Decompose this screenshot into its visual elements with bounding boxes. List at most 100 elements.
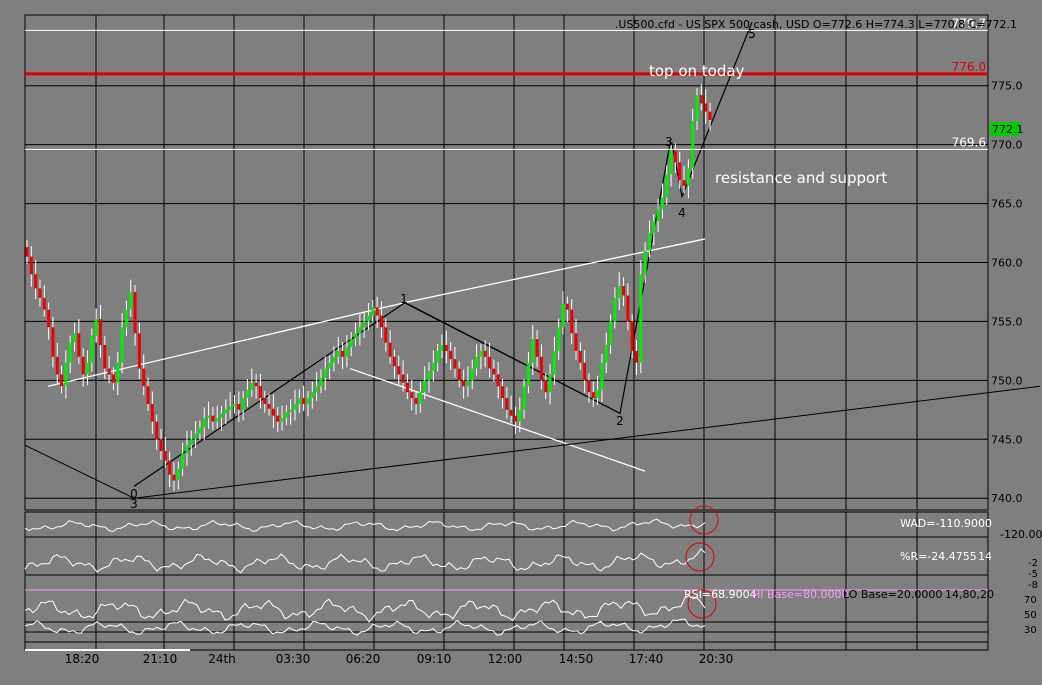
candle-body	[163, 451, 167, 461]
candle-body	[561, 303, 565, 328]
candle-body	[276, 415, 280, 422]
pctr-side: 14	[978, 550, 992, 563]
candle-body	[297, 398, 301, 404]
candle-body	[475, 356, 479, 369]
candle-body	[289, 409, 293, 413]
candle-body	[267, 403, 271, 409]
candle-body	[280, 418, 284, 422]
candle-body	[328, 362, 332, 369]
candle-body	[414, 398, 418, 404]
candle-body	[310, 392, 314, 399]
time-tick-label: 06:20	[346, 652, 381, 666]
candle-body	[656, 209, 660, 222]
top-note: top on today	[649, 62, 745, 80]
candle-body	[449, 350, 453, 360]
candle-body	[207, 415, 211, 419]
wave-label: 3	[130, 497, 138, 511]
rsi-right-tick: 70	[1024, 595, 1037, 606]
wad-label: WAD=-110.9000	[900, 517, 992, 530]
candle-body	[513, 415, 517, 422]
rsi-line	[24, 594, 706, 623]
rsi-hi-label: HI Base=80.0000	[752, 588, 849, 601]
candle-body	[51, 327, 55, 357]
candle-body	[418, 392, 422, 404]
candle-body	[349, 339, 353, 348]
candle-body	[150, 403, 154, 422]
candle-body	[600, 362, 604, 390]
candle-body	[643, 250, 647, 275]
wave-label: 4	[678, 206, 686, 220]
candle-body	[137, 333, 141, 369]
candle-body	[68, 342, 72, 363]
candle-body	[42, 297, 46, 310]
highlight-circle	[685, 542, 715, 572]
candle-body	[341, 350, 345, 357]
candle-body	[302, 398, 306, 404]
candle-body	[94, 319, 98, 336]
candle-body	[522, 386, 526, 410]
candle-body	[202, 418, 206, 428]
candle-body	[436, 350, 440, 363]
candle-body	[708, 111, 712, 120]
trendlines	[24, 21, 1041, 499]
current-price-label: 772.1	[992, 123, 1024, 136]
pctr-right-tick: -5	[1028, 569, 1038, 580]
candle-body	[98, 319, 102, 345]
candle-body	[60, 374, 64, 387]
candle-body	[665, 174, 669, 198]
candle-body	[211, 415, 215, 422]
candle-body	[704, 103, 708, 112]
candle-body	[258, 386, 262, 399]
wad-side: -120.00	[1000, 528, 1042, 541]
rsi-params: 14,80,20	[945, 588, 994, 601]
candle-body	[410, 392, 414, 399]
candle-body	[306, 398, 310, 404]
candle-body	[111, 374, 115, 383]
candle-body	[686, 168, 690, 186]
time-tick-label: 12:00	[488, 652, 523, 666]
candle-body	[557, 327, 561, 351]
candle-body	[90, 335, 94, 363]
candle-body	[483, 350, 487, 357]
price-axis: 775.0 770.0 765.0 760.0 755.0 750.0 745.0 740.0	[991, 80, 1023, 506]
candle-body	[271, 408, 275, 416]
price-tick-label: 740.0	[991, 492, 1023, 505]
candle-body	[345, 347, 349, 357]
support-line-left	[24, 444, 135, 499]
candle-body	[626, 295, 630, 322]
candle-body	[526, 362, 530, 387]
rsi-lo-label: LO Base=20.0000	[843, 588, 942, 601]
candle-body	[224, 409, 228, 414]
level-label: 776.0	[952, 60, 986, 74]
candle-body	[691, 121, 695, 169]
candle-body	[64, 362, 68, 387]
candle-body	[548, 374, 552, 393]
candle-body	[263, 398, 267, 404]
candle-body	[384, 327, 388, 343]
candle-body	[660, 197, 664, 210]
candle-body	[552, 350, 556, 375]
candle-body	[142, 368, 146, 387]
candle-body	[647, 233, 651, 251]
candle-body	[604, 345, 608, 363]
candle-body	[133, 291, 137, 334]
candle-body	[479, 350, 483, 357]
candle-body	[168, 460, 172, 475]
candle-body	[635, 350, 639, 363]
candle-body	[155, 421, 159, 440]
wave-label: 1	[400, 292, 408, 306]
candle-body	[492, 368, 496, 375]
candle-body	[25, 247, 29, 257]
price-tick-label: 755.0	[991, 315, 1023, 328]
candle-body	[379, 315, 383, 328]
candle-body	[245, 389, 249, 399]
candle-body	[539, 356, 543, 381]
candle-body	[38, 288, 42, 298]
wave-count: 0312345	[130, 27, 756, 511]
rsi-right-tick: 30	[1024, 625, 1037, 636]
time-tick-label: 18:20	[65, 652, 100, 666]
sr-note: resistance and support	[715, 169, 887, 187]
candle-body	[652, 221, 656, 234]
candle-body	[470, 368, 474, 381]
candle-body	[375, 307, 379, 316]
